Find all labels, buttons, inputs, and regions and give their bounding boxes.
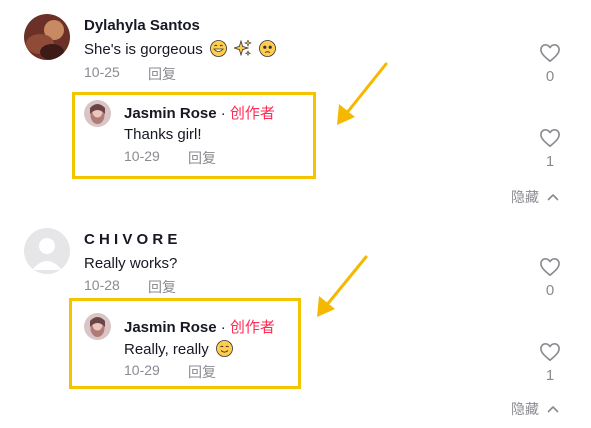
comment-author[interactable]: Dylahyla Santos [84, 17, 200, 34]
reply-date: 10-29 [124, 148, 160, 164]
like-button[interactable] [535, 43, 565, 68]
chevron-up-icon [547, 194, 559, 201]
hide-replies-button[interactable]: 隐藏 [511, 187, 559, 207]
reply-button[interactable]: 回复 [148, 277, 176, 297]
comment-date: 10-28 [84, 277, 120, 293]
like-count: 0 [545, 282, 555, 299]
reply-author-line: Jasmin Rose · 创作者 [124, 102, 275, 123]
reply-avatar[interactable] [84, 313, 111, 340]
grin-emoji-icon [210, 40, 227, 61]
hide-label: 隐藏 [511, 189, 539, 205]
separator-dot: · [216, 105, 230, 122]
comment-text: Really works? [84, 255, 178, 272]
comment-item: C H I V O R E Really works? 10-28 回复 0 J… [0, 210, 591, 428]
like-count: 1 [545, 367, 555, 384]
comment-date: 10-25 [84, 64, 120, 80]
avatar[interactable] [24, 228, 70, 274]
reply-button[interactable]: 回复 [148, 64, 176, 84]
creator-badge: 创作者 [229, 105, 275, 122]
reply-date: 10-29 [124, 362, 160, 378]
comment-text: She's is gorgeous [84, 39, 277, 61]
heart-outline-icon [540, 129, 560, 147]
comment-author[interactable]: C H I V O R E [84, 231, 177, 248]
sparkles-emoji-icon [232, 39, 253, 61]
like-button[interactable] [535, 342, 565, 367]
smile-emoji-icon [216, 340, 233, 361]
default-avatar-icon [24, 228, 70, 274]
like-button[interactable] [535, 257, 565, 282]
comment-item: Dylahyla Santos She's is gorgeous 10-25 … [0, 0, 591, 210]
heart-outline-icon [540, 44, 560, 62]
reply-author[interactable]: Jasmin Rose [124, 105, 217, 122]
heart-outline-icon [540, 343, 560, 361]
reply-text: Really, really [124, 341, 209, 358]
comment-text-content: She's is gorgeous [84, 41, 203, 58]
chevron-up-icon [547, 406, 559, 413]
reply-button[interactable]: 回复 [188, 148, 216, 168]
creator-badge: 创作者 [229, 319, 275, 336]
like-count: 1 [545, 153, 555, 170]
reply-text: Thanks girl! [124, 126, 202, 143]
hide-label: 隐藏 [511, 401, 539, 417]
reply-author-line: Jasmin Rose · 创作者 [124, 316, 275, 337]
heart-outline-icon [540, 258, 560, 276]
separator-dot: · [216, 319, 230, 336]
reply-text-line: Really, really [124, 340, 233, 361]
reply-author[interactable]: Jasmin Rose [124, 319, 217, 336]
reply-button[interactable]: 回复 [188, 362, 216, 382]
like-count: 0 [545, 68, 555, 85]
avatar[interactable] [24, 14, 70, 60]
hide-replies-button[interactable]: 隐藏 [511, 399, 559, 419]
pleading-emoji-icon [259, 40, 277, 61]
like-button[interactable] [535, 128, 565, 153]
reply-avatar[interactable] [84, 100, 111, 127]
